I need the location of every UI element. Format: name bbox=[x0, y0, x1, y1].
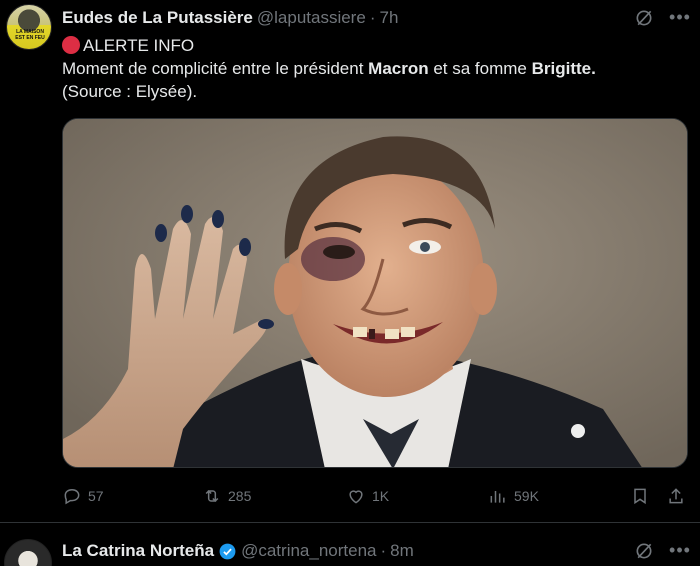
next-author-avatar[interactable] bbox=[4, 539, 52, 566]
verified-badge-icon bbox=[219, 543, 236, 559]
grok-icon[interactable] bbox=[634, 541, 654, 561]
bookmark-icon bbox=[634, 488, 646, 505]
more-icon[interactable]: ••• bbox=[666, 6, 694, 28]
next-author-handle[interactable]: @catrina_nortena bbox=[241, 541, 376, 561]
author-name[interactable]: Eudes de La Putassière bbox=[62, 8, 253, 28]
body-text-middle: et sa fomme bbox=[428, 59, 532, 78]
alert-label: ALERTE INFO bbox=[83, 36, 195, 55]
body-bold-macron: Macron bbox=[368, 59, 429, 78]
views-icon bbox=[490, 491, 505, 503]
red-circle-icon bbox=[62, 36, 80, 54]
author-avatar[interactable]: LA MAISON EST EN FEU bbox=[6, 4, 52, 50]
repost-icon bbox=[205, 489, 219, 503]
source-line: (Source : Elysée). bbox=[62, 82, 198, 101]
repost-button[interactable]: 285 bbox=[202, 484, 251, 508]
like-button[interactable]: 1K bbox=[346, 484, 389, 508]
tweet-actions: 57 285 1K 59K bbox=[62, 484, 688, 508]
photo-illustration bbox=[63, 119, 687, 467]
repost-count: 285 bbox=[228, 488, 252, 504]
body-text: Moment de complicité entre le président bbox=[62, 59, 369, 78]
reply-icon bbox=[64, 488, 80, 505]
next-header-separator: · bbox=[380, 541, 387, 560]
reply-button[interactable]: 57 bbox=[62, 484, 104, 508]
share-button[interactable] bbox=[666, 484, 686, 508]
alert-line: ALERTE INFO bbox=[62, 34, 682, 57]
reply-count: 57 bbox=[88, 488, 104, 504]
tweet-header: Eudes de La Putassière @laputassiere · 7… bbox=[62, 8, 398, 28]
views-count: 59K bbox=[514, 488, 539, 504]
grok-icon[interactable] bbox=[634, 8, 654, 28]
next-tweet-timestamp[interactable]: 8m bbox=[390, 541, 414, 561]
bookmark-button[interactable] bbox=[630, 484, 650, 508]
author-handle[interactable]: @laputassiere bbox=[257, 8, 366, 28]
next-tweet[interactable]: La Catrina Norteña @catrina_nortena · 8m… bbox=[0, 523, 700, 566]
views-button[interactable]: 59K bbox=[488, 484, 539, 508]
share-icon bbox=[669, 488, 683, 504]
next-tweet-header: La Catrina Norteña @catrina_nortena · 8m bbox=[62, 541, 414, 561]
tweet-text: ALERTE INFO Moment de complicité entre l… bbox=[62, 34, 682, 103]
like-icon bbox=[349, 490, 363, 504]
tweet-image[interactable] bbox=[62, 118, 688, 468]
next-author-name[interactable]: La Catrina Norteña bbox=[62, 541, 214, 561]
header-separator: · bbox=[369, 8, 376, 27]
body-line: Moment de complicité entre le président … bbox=[62, 57, 682, 80]
tweet-timestamp[interactable]: 7h bbox=[379, 8, 398, 28]
tweet[interactable]: LA MAISON EST EN FEU Eudes de La Putassi… bbox=[0, 0, 700, 522]
body-bold-brigitte: Brigitte. bbox=[531, 59, 596, 78]
more-icon[interactable]: ••• bbox=[666, 539, 694, 561]
like-count: 1K bbox=[372, 488, 390, 504]
avatar-caption: LA MAISON EST EN FEU bbox=[15, 29, 45, 41]
